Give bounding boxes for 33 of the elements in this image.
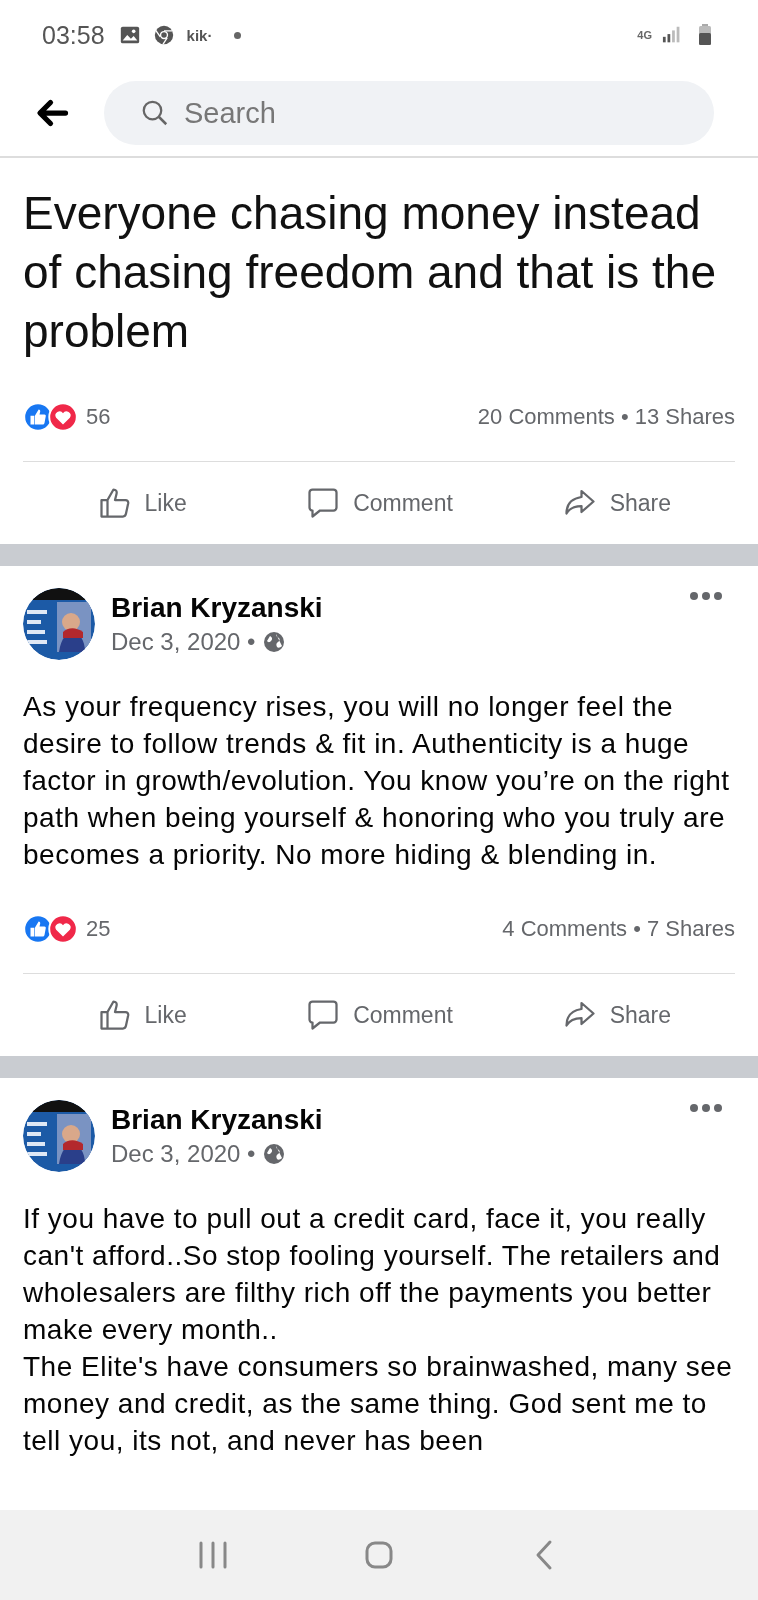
more-options-icon[interactable] [689,1102,723,1114]
post-date[interactable]: Dec 3, 2020 • [111,1140,256,1168]
comments-shares-count[interactable]: 20 Comments • 13 Shares [477,404,735,430]
globe-icon [261,630,286,654]
clock-time: 03:58 [42,20,105,50]
like-button[interactable]: Like [23,477,261,529]
post-text: Everyone chasing money instead of chasing freedom and that is the problem [23,186,717,359]
like-button[interactable]: Like [23,989,261,1041]
globe-icon [261,1142,286,1166]
reaction-count[interactable]: 56 [86,404,111,430]
notification-dot [234,31,242,39]
love-reaction-icon [48,914,78,944]
post-text: The Elite's have consumers so brainwashed, many see money and credit, as the same thing. God sent me to tell you, its not, and never has been [23,1350,734,1458]
image-icon [118,24,141,46]
like-reaction-icon [23,402,53,432]
share-button[interactable]: Share [497,477,735,529]
comment-button[interactable]: Comment [260,477,498,529]
reaction-count[interactable]: 25 [86,916,111,942]
post-text: If you have to pull out a credit card, face it, you really can't afford..So stop fooling yourself. The retailers and wholesalers are filthy rich off the payments you better make every month.. [23,1202,722,1347]
post-text: As your frequency rises, you will no longer feel the desire to follow trends & fit in. Authenticity is a huge factor in growth/evolution. You know you’re on the right path when being yourself & honoring who you truly are becomes a priority. No more hiding & blending in. [23,690,731,872]
search-field[interactable]: Search [104,81,714,145]
share-button[interactable]: Share [497,989,735,1041]
comment-button[interactable]: Comment [260,989,498,1041]
post-date[interactable]: Dec 3, 2020 • [111,628,256,656]
author-name[interactable]: Brian Kryzanski [111,1104,323,1136]
like-reaction-icon [23,914,53,944]
comments-shares-count[interactable]: 4 Comments • 7 Shares [502,916,735,942]
love-reaction-icon [48,402,78,432]
network-label: 4G [637,29,652,41]
more-options-icon[interactable] [689,590,723,602]
app-label: kik· [186,26,213,44]
browser-icon [152,24,175,46]
author-name[interactable]: Brian Kryzanski [111,592,323,624]
